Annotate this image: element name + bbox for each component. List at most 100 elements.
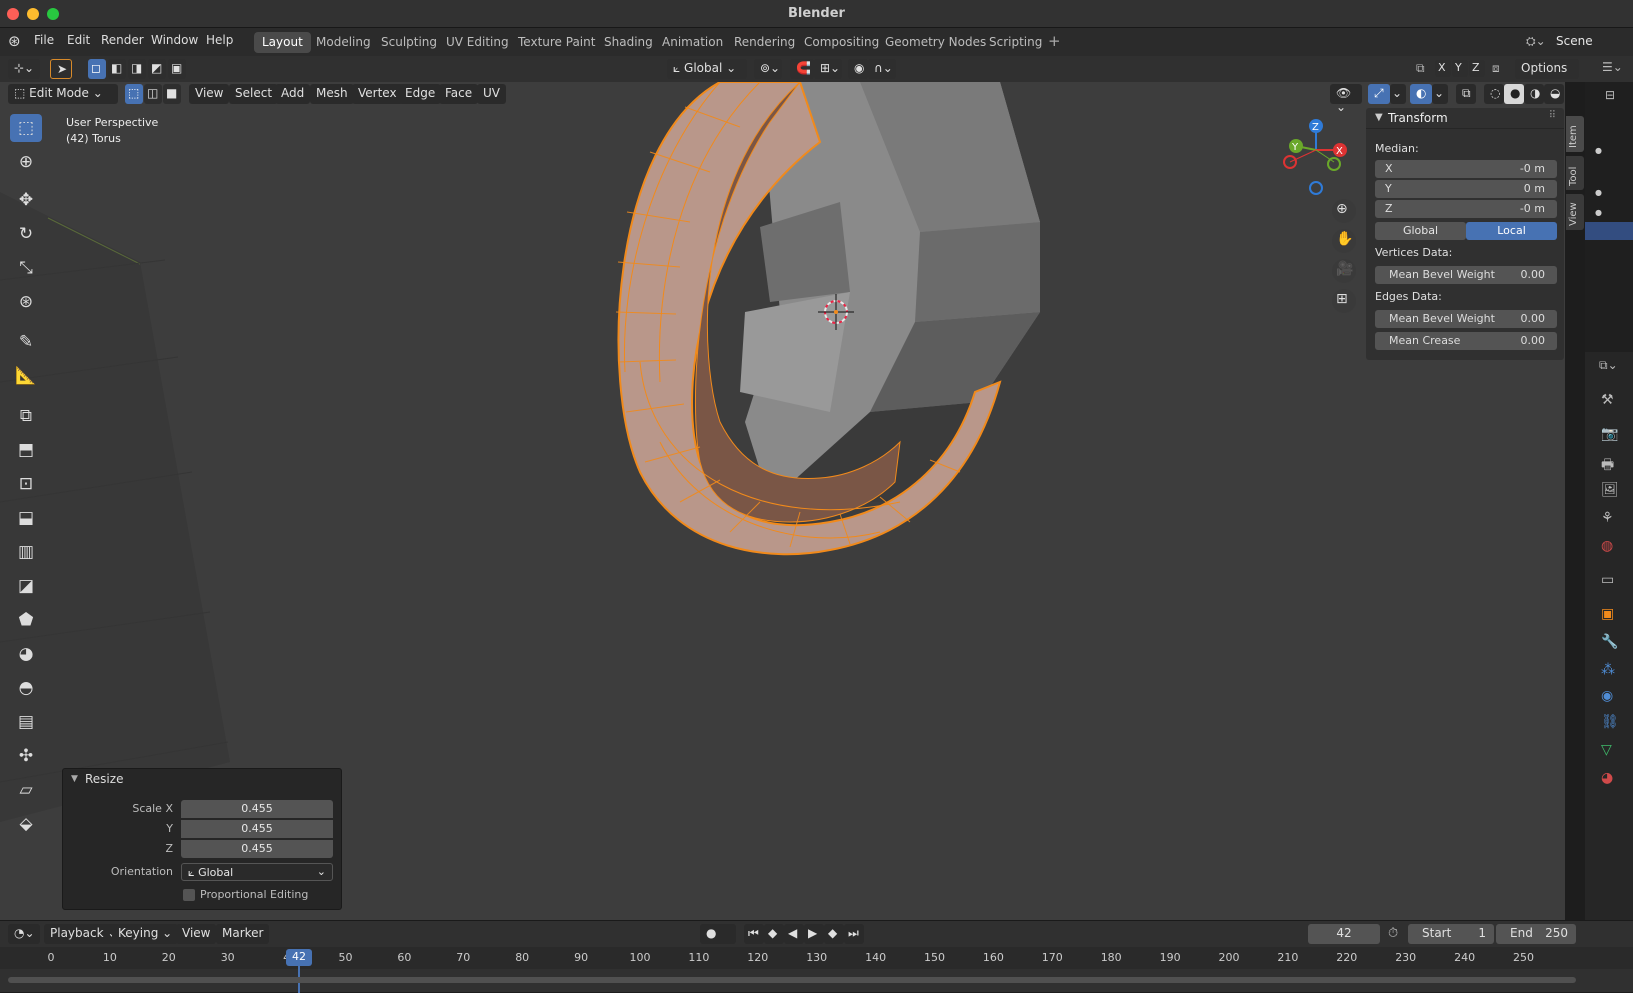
menu-help[interactable]: Help xyxy=(206,33,233,47)
tab-sculpting[interactable]: Sculpting xyxy=(373,32,445,53)
data-properties-icon[interactable]: ▽ xyxy=(1601,742,1612,758)
modifier-properties-icon[interactable]: 🔧 xyxy=(1601,634,1618,650)
properties-editor-icon[interactable]: ⧉⌄ xyxy=(1599,358,1618,373)
vertex-bevel-weight-field[interactable]: Mean Bevel Weight 0.00 xyxy=(1375,266,1557,284)
ortho-grid-icon[interactable]: ⊞ xyxy=(1336,291,1348,307)
tab-rendering[interactable]: Rendering xyxy=(726,32,803,53)
select-tool-icon[interactable]: ➤ xyxy=(50,59,72,79)
pivot-point-icon[interactable]: ⊚⌄ xyxy=(754,59,782,79)
menu-edit[interactable]: Edit xyxy=(67,33,90,47)
orientation-select[interactable]: ⟀ Global ⌄ xyxy=(181,863,333,881)
vertex-select-mode-icon[interactable]: ⬚ xyxy=(125,84,143,104)
zoom-icon[interactable]: ⊕ xyxy=(1336,201,1348,217)
xray-toggle-icon[interactable]: ⧉ xyxy=(1456,84,1476,104)
wireframe-shading-icon[interactable]: ◌ xyxy=(1484,84,1504,104)
outliner-row-icon[interactable]: ● xyxy=(1595,146,1602,155)
tab-geometry-nodes[interactable]: Geometry Nodes xyxy=(877,32,994,53)
axis-z-toggle[interactable]: Z xyxy=(1469,60,1485,77)
outliner-selected-row[interactable] xyxy=(1585,222,1633,240)
axis-x-toggle[interactable]: X xyxy=(1435,60,1451,77)
start-frame-field[interactable]: Start 1 xyxy=(1408,924,1494,944)
overlays-toggle-icon[interactable]: ◐ xyxy=(1410,84,1432,104)
tab-compositing[interactable]: Compositing xyxy=(796,32,887,53)
particles-properties-icon[interactable]: ⁂ xyxy=(1601,662,1615,678)
smooth-tool-icon[interactable]: ◓ xyxy=(10,674,42,702)
tab-modeling[interactable]: Modeling xyxy=(308,32,379,53)
drag-handle-icon[interactable]: ⠿ xyxy=(1549,110,1556,121)
pan-hand-icon[interactable]: ✋ xyxy=(1336,231,1353,247)
constraints-properties-icon[interactable]: ⛓ xyxy=(1601,714,1619,730)
jump-start-icon[interactable]: ⏮ xyxy=(744,924,764,944)
move-tool-icon[interactable]: ✥ xyxy=(10,186,42,214)
menu-face[interactable]: Face xyxy=(439,84,479,104)
knife-tool-icon[interactable]: ◪ xyxy=(10,572,42,600)
menu-add[interactable]: Add xyxy=(275,84,311,104)
measure-tool-icon[interactable]: 📐 xyxy=(10,362,42,390)
overlays-dropdown-icon[interactable]: ⌄ xyxy=(1432,84,1448,104)
poly-build-tool-icon[interactable]: ⬟ xyxy=(10,606,42,634)
falloff-icon[interactable]: ∩⌄ xyxy=(868,59,896,79)
tab-scripting[interactable]: Scripting xyxy=(981,32,1050,53)
timeline-scrollbar[interactable] xyxy=(8,977,1576,983)
auto-keying-icon[interactable]: ● ⌄ xyxy=(700,924,736,954)
rendered-shading-icon[interactable]: ◒ xyxy=(1544,84,1564,104)
select-mode-intersect-icon[interactable]: ▣ xyxy=(168,59,186,79)
global-space-toggle[interactable]: Global xyxy=(1375,222,1466,240)
tab-animation[interactable]: Animation xyxy=(654,32,731,53)
scene-properties-icon[interactable]: ⚘ xyxy=(1601,510,1614,526)
edge-select-mode-icon[interactable]: ◫ xyxy=(144,84,162,104)
select-box-tool-icon[interactable]: ⬚ xyxy=(10,114,42,142)
menu-view[interactable]: View xyxy=(189,84,230,104)
tab-item[interactable]: Item xyxy=(1566,116,1584,152)
filter-icon[interactable]: ⊟ xyxy=(1605,88,1615,102)
playhead[interactable]: 42 xyxy=(286,949,312,966)
navigation-gizmo[interactable]: Z X Y xyxy=(1283,119,1347,195)
median-z-field[interactable]: Z -0 m xyxy=(1375,200,1557,218)
transform-tool-icon[interactable]: ⊛ xyxy=(10,288,42,316)
transform-orientation-select[interactable]: ⟀ Global ⌄ xyxy=(667,59,747,79)
snap-target-icon[interactable]: ⊞⌄ xyxy=(814,59,842,79)
tab-uv-editing[interactable]: UV Editing xyxy=(438,32,517,53)
snap-icon[interactable]: 🧲 xyxy=(790,59,814,79)
add-cube-tool-icon[interactable]: ⧉ xyxy=(10,402,42,430)
bevel-tool-icon[interactable]: ⬓ xyxy=(10,504,42,532)
visibility-icon[interactable]: 👁⌄ xyxy=(1330,84,1362,114)
collapse-arrow-icon[interactable]: ▼ xyxy=(71,774,78,784)
menu-mesh[interactable]: Mesh xyxy=(310,84,354,104)
gizmo-toggle-icon[interactable]: ⤢ xyxy=(1368,84,1390,104)
edge-bevel-weight-field[interactable]: Mean Bevel Weight 0.00 xyxy=(1375,310,1557,328)
physics-properties-icon[interactable]: ◉ xyxy=(1601,688,1613,704)
rip-region-tool-icon[interactable]: ⬙ xyxy=(10,810,42,838)
play-reverse-icon[interactable]: ◀ xyxy=(784,924,804,944)
loop-cut-tool-icon[interactable]: ▥ xyxy=(10,538,42,566)
shear-tool-icon[interactable]: ▱ xyxy=(10,776,42,804)
prev-keyframe-icon[interactable]: ◆ xyxy=(764,924,784,944)
menu-keying[interactable]: Keying ⌄ xyxy=(112,924,179,944)
median-y-field[interactable]: Y0 m xyxy=(1375,180,1557,198)
face-select-mode-icon[interactable]: ■ xyxy=(163,84,181,104)
add-workspace-icon[interactable]: + xyxy=(1048,32,1061,50)
menu-select[interactable]: Select xyxy=(229,84,279,104)
mean-crease-field[interactable]: Mean Crease 0.00 xyxy=(1375,332,1557,350)
outliner-editor-icon[interactable]: ☰⌄ xyxy=(1602,60,1623,74)
menu-file[interactable]: File xyxy=(34,33,54,47)
proportional-editing-checkbox[interactable] xyxy=(183,889,195,901)
spin-tool-icon[interactable]: ◕ xyxy=(10,640,42,668)
select-mode-invert-icon[interactable]: ◩ xyxy=(148,59,166,79)
select-mode-subtract-icon[interactable]: ◨ xyxy=(128,59,146,79)
scene-name[interactable]: Scene xyxy=(1556,34,1593,48)
play-icon[interactable]: ▶ xyxy=(804,924,824,944)
local-space-toggle[interactable]: Local xyxy=(1466,222,1557,240)
auto-merge-icon[interactable]: ⧈ xyxy=(1492,61,1500,76)
output-properties-icon[interactable]: 🖶 xyxy=(1601,454,1614,478)
end-frame-field[interactable]: End 250 xyxy=(1496,924,1576,944)
material-properties-icon[interactable]: ◕ xyxy=(1601,770,1613,786)
menu-timeline-view[interactable]: View xyxy=(176,924,217,944)
editor-type-icon[interactable]: ⊹⌄ xyxy=(8,59,40,79)
next-keyframe-icon[interactable]: ◆ xyxy=(824,924,844,944)
camera-view-icon[interactable]: 🎥 xyxy=(1336,261,1353,277)
scene-icon[interactable]: ⛭⌄ xyxy=(1526,34,1546,49)
tab-texture-paint[interactable]: Texture Paint xyxy=(510,32,603,53)
world-properties-icon[interactable]: ◍ xyxy=(1601,538,1613,554)
proportional-edit-icon[interactable]: ◉ xyxy=(848,59,868,79)
